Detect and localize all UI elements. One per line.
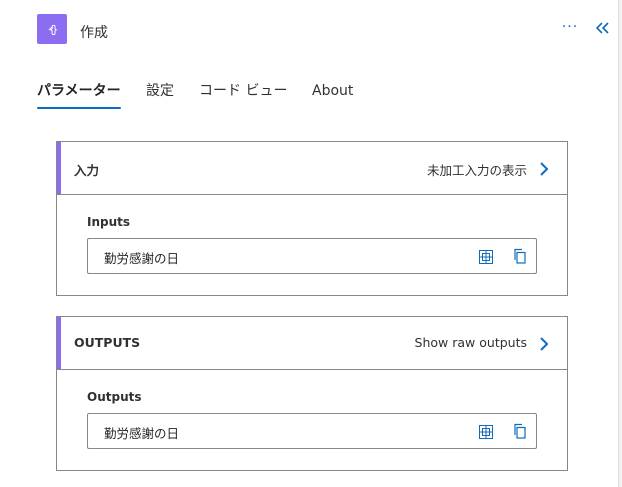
chevron-right-icon[interactable] bbox=[539, 161, 549, 176]
double-chevron-left-icon[interactable] bbox=[594, 18, 612, 38]
card-accent-bar bbox=[57, 142, 61, 194]
outputs-card: OUTPUTS Show raw outputs Outputs 勤労感謝の日 bbox=[56, 316, 568, 471]
panel-header: { } 作成 ··· bbox=[0, 0, 618, 60]
show-raw-outputs-link[interactable]: Show raw outputs bbox=[415, 335, 527, 350]
inputs-card: 入力 未加工入力の表示 Inputs 勤労感謝の日 bbox=[56, 141, 568, 296]
outputs-card-header[interactable]: OUTPUTS Show raw outputs bbox=[57, 317, 567, 370]
inputs-value-text: 勤労感謝の日 bbox=[104, 251, 180, 266]
table-view-icon[interactable] bbox=[479, 249, 493, 264]
outputs-value-field: 勤労感謝の日 bbox=[87, 413, 537, 449]
svg-text:}: } bbox=[52, 23, 59, 36]
inputs-value-field: 勤労感謝の日 bbox=[87, 238, 537, 274]
more-options-button[interactable]: ··· bbox=[560, 18, 580, 38]
copy-icon[interactable] bbox=[512, 423, 528, 439]
outputs-card-body: Outputs 勤労感謝の日 bbox=[57, 370, 567, 470]
outputs-card-title: OUTPUTS bbox=[74, 335, 141, 350]
outputs-value-text: 勤労感謝の日 bbox=[104, 426, 180, 441]
table-view-icon[interactable] bbox=[479, 424, 493, 439]
inputs-card-body: Inputs 勤労感謝の日 bbox=[57, 195, 567, 295]
action-details-panel: { } 作成 ··· パラメーター 設定 コード ビュー About 入力 未加… bbox=[0, 0, 619, 487]
tab-about[interactable]: About bbox=[312, 80, 353, 110]
tab-code-view[interactable]: コード ビュー bbox=[199, 80, 287, 110]
card-accent-bar bbox=[57, 317, 61, 369]
compose-braces-icon: { } bbox=[37, 14, 67, 44]
copy-icon[interactable] bbox=[512, 248, 528, 264]
inputs-card-title: 入力 bbox=[74, 163, 100, 178]
action-title[interactable]: 作成 bbox=[80, 22, 108, 42]
show-raw-inputs-link[interactable]: 未加工入力の表示 bbox=[427, 160, 527, 179]
outputs-field-label: Outputs bbox=[87, 390, 142, 404]
inputs-field-label: Inputs bbox=[87, 215, 131, 229]
chevron-right-icon[interactable] bbox=[539, 336, 549, 351]
tab-parameters[interactable]: パラメーター bbox=[37, 80, 121, 110]
tab-settings[interactable]: 設定 bbox=[146, 80, 174, 110]
inputs-card-header[interactable]: 入力 未加工入力の表示 bbox=[57, 142, 567, 195]
active-tab-indicator bbox=[37, 107, 121, 109]
